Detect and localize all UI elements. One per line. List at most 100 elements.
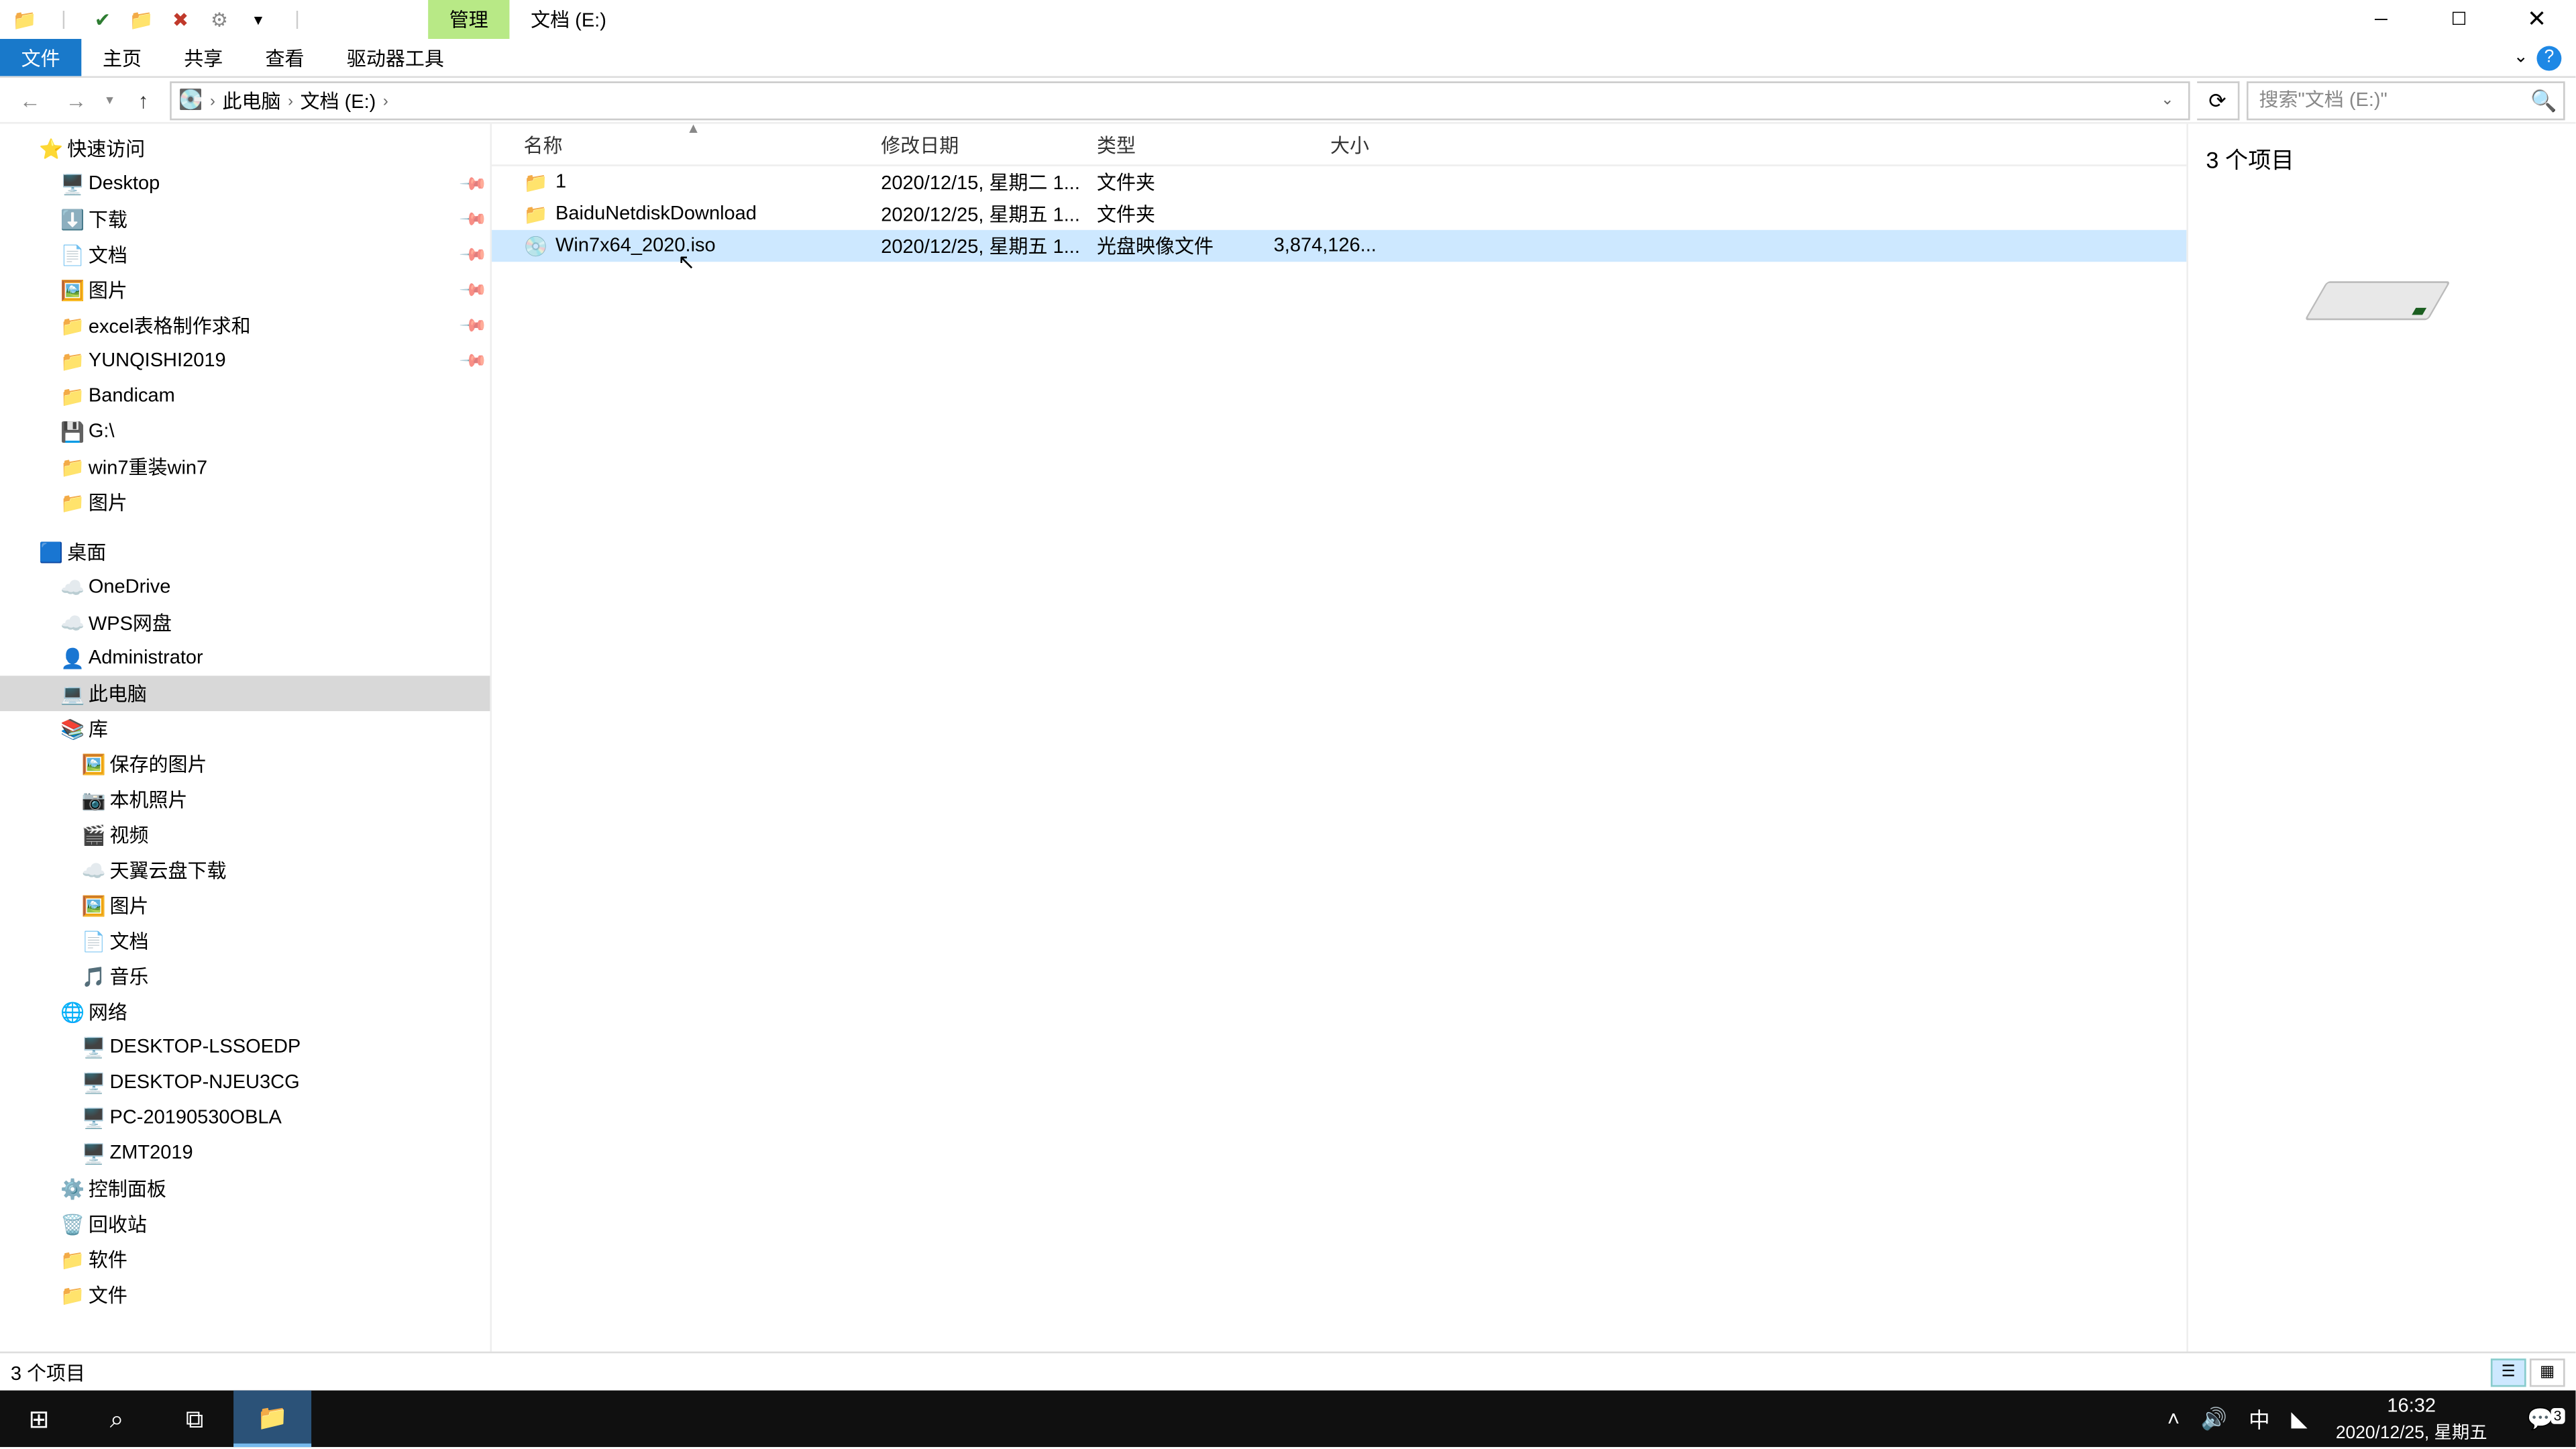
nav-item-label: OneDrive xyxy=(89,577,171,598)
col-date[interactable]: 修改日期 xyxy=(881,130,1097,158)
history-dropdown-icon[interactable]: ▾ xyxy=(103,92,117,108)
file-row[interactable]: 📁12020/12/15, 星期二 1...文件夹 xyxy=(492,166,2186,198)
nav-item[interactable]: 📁图片 xyxy=(0,485,490,521)
up-button[interactable]: ↑ xyxy=(124,80,163,119)
qat-close-icon[interactable]: ✖ xyxy=(163,2,199,38)
nav-item[interactable]: 🎵音乐 xyxy=(0,959,490,994)
nav-item[interactable]: 📄文档📌 xyxy=(0,237,490,272)
help-icon[interactable]: ? xyxy=(2536,45,2561,70)
nav-item[interactable]: 🎬视频 xyxy=(0,817,490,853)
crumb-sep-icon[interactable]: › xyxy=(207,91,219,109)
search-box[interactable]: 🔍 xyxy=(2247,80,2565,119)
maximize-button[interactable]: ☐ xyxy=(2420,0,2498,39)
file-name: 1 xyxy=(555,172,566,193)
qat-gear-icon[interactable]: ⚙ xyxy=(202,2,237,38)
nav-item-label: PC-20190530OBLA xyxy=(109,1108,281,1129)
nav-item[interactable]: ☁️OneDrive xyxy=(0,570,490,605)
tab-drive-tools[interactable]: 驱动器工具 xyxy=(325,39,465,76)
view-icons-button[interactable]: ▦ xyxy=(2530,1358,2565,1386)
nav-item[interactable]: 🗑️回收站 xyxy=(0,1206,490,1242)
back-button[interactable]: ← xyxy=(11,80,50,119)
view-details-button[interactable]: ☰ xyxy=(2491,1358,2526,1386)
nav-item[interactable]: 📁excel表格制作求和📌 xyxy=(0,308,490,343)
nav-item[interactable]: 🖥️DESKTOP-NJEU3CG xyxy=(0,1065,490,1100)
file-row[interactable]: 📁BaiduNetdiskDownload2020/12/25, 星期五 1..… xyxy=(492,198,2186,229)
file-rows[interactable]: 📁12020/12/15, 星期二 1...文件夹📁BaiduNetdiskDo… xyxy=(492,166,2186,1352)
tab-share[interactable]: 共享 xyxy=(163,39,244,76)
search-input[interactable] xyxy=(2249,89,2524,111)
tab-home[interactable]: 主页 xyxy=(81,39,162,76)
nav-item[interactable]: 📁YUNQISHI2019📌 xyxy=(0,343,490,379)
contextual-tab-manage[interactable]: 管理 xyxy=(428,0,509,39)
nav-item-icon: ☁️ xyxy=(56,611,88,634)
tab-view[interactable]: 查看 xyxy=(244,39,325,76)
nav-item[interactable]: ☁️WPS网盘 xyxy=(0,605,490,641)
nav-item-label: 文件 xyxy=(89,1281,127,1309)
nav-item-icon: 🖥️ xyxy=(78,1106,109,1129)
nav-desktop[interactable]: 🟦 桌面 xyxy=(0,534,490,570)
drive-icon: 💽 xyxy=(175,89,207,111)
nav-item-label: 文档 xyxy=(89,241,127,269)
nav-item[interactable]: 💻此电脑 xyxy=(0,676,490,711)
tray-bandicam-icon[interactable]: ◣ xyxy=(2281,1406,2318,1431)
nav-item[interactable]: 📄文档 xyxy=(0,924,490,959)
nav-item[interactable]: 💾G:\ xyxy=(0,414,490,449)
nav-item-label: 音乐 xyxy=(109,963,148,991)
nav-item-icon: 🖥️ xyxy=(78,1036,109,1059)
refresh-button[interactable]: ⟳ xyxy=(2197,80,2239,119)
nav-item[interactable]: 🖥️PC-20190530OBLA xyxy=(0,1100,490,1136)
nav-item[interactable]: 📷本机照片 xyxy=(0,782,490,818)
col-size[interactable]: 大小 xyxy=(1274,130,1433,158)
minimize-button[interactable]: ─ xyxy=(2342,0,2420,39)
nav-item[interactable]: 🖥️ZMT2019 xyxy=(0,1136,490,1171)
nav-item[interactable]: 🖼️图片 xyxy=(0,888,490,924)
nav-item[interactable]: 🌐网络 xyxy=(0,994,490,1030)
task-view-icon[interactable]: ⧉ xyxy=(156,1391,233,1447)
file-row[interactable]: 💿Win7x64_2020.iso2020/12/25, 星期五 1...光盘映… xyxy=(492,230,2186,262)
nav-item-icon: 📁 xyxy=(56,1283,88,1306)
search-icon[interactable]: 🔍 xyxy=(2524,88,2563,113)
nav-item[interactable]: 📚库 xyxy=(0,711,490,747)
crumb-sep-icon[interactable]: › xyxy=(284,91,297,109)
qat-dropdown-icon[interactable]: ▼ xyxy=(241,2,276,38)
qat-folder-icon[interactable]: 📁 xyxy=(124,2,160,38)
ribbon-expand-icon[interactable]: ⌄ xyxy=(2505,48,2536,67)
tray-ime[interactable]: 中 xyxy=(2238,1403,2280,1434)
nav-tree[interactable]: ⭐ 快速访问 🖥️Desktop📌⬇️下载📌📄文档📌🖼️图片📌📁excel表格制… xyxy=(0,124,492,1352)
crumb-drive[interactable]: 文档 (E:) xyxy=(297,86,379,114)
nav-item[interactable]: ⚙️控制面板 xyxy=(0,1171,490,1207)
nav-item[interactable]: 🖼️保存的图片 xyxy=(0,747,490,782)
nav-item[interactable]: 📁Bandicam xyxy=(0,378,490,414)
start-button[interactable]: ⊞ xyxy=(0,1391,78,1447)
close-button[interactable]: ✕ xyxy=(2498,0,2575,39)
nav-item[interactable]: 👤Administrator xyxy=(0,641,490,676)
taskbar-explorer-icon[interactable]: 📁 xyxy=(233,1391,311,1447)
nav-item[interactable]: 🖥️Desktop📌 xyxy=(0,166,490,202)
nav-item[interactable]: 📁win7重装win7 xyxy=(0,449,490,485)
action-center-icon[interactable]: 💬3 xyxy=(2505,1406,2575,1431)
nav-item-label: 保存的图片 xyxy=(109,750,207,778)
nav-item[interactable]: ⬇️下载📌 xyxy=(0,202,490,237)
tray-volume-icon[interactable]: 🔊 xyxy=(2190,1406,2238,1431)
taskbar-search-icon[interactable]: ⌕ xyxy=(78,1391,156,1447)
taskbar-clock[interactable]: 16:32 2020/12/25, 星期五 xyxy=(2318,1395,2505,1442)
pin-icon: 📌 xyxy=(458,169,487,199)
col-type[interactable]: 类型 xyxy=(1097,130,1274,158)
nav-item[interactable]: 📁软件 xyxy=(0,1242,490,1277)
tray-expand-icon[interactable]: ˄ xyxy=(2157,1406,2190,1431)
nav-item[interactable]: 📁文件 xyxy=(0,1277,490,1313)
nav-item[interactable]: 🖼️图片📌 xyxy=(0,272,490,308)
breadcrumb[interactable]: 💽 › 此电脑 › 文档 (E:) › ⌄ xyxy=(170,80,2190,119)
col-name[interactable]: ▲ 名称 xyxy=(492,130,881,158)
nav-quick-access[interactable]: ⭐ 快速访问 xyxy=(0,131,490,166)
qat-check-icon[interactable]: ✔ xyxy=(85,2,121,38)
crumb-this-pc[interactable]: 此电脑 xyxy=(219,86,284,114)
forward-button[interactable]: → xyxy=(56,80,95,119)
crumb-sep-icon[interactable]: › xyxy=(380,91,392,109)
crumb-dropdown-icon[interactable]: ⌄ xyxy=(2150,90,2185,109)
nav-item[interactable]: 🖥️DESKTOP-LSSOEDP xyxy=(0,1030,490,1065)
tab-file[interactable]: 文件 xyxy=(0,39,81,76)
column-headers: ▲ 名称 修改日期 类型 大小 xyxy=(492,124,2186,166)
file-icon: 💿 xyxy=(524,234,549,257)
nav-item[interactable]: ☁️天翼云盘下载 xyxy=(0,853,490,888)
